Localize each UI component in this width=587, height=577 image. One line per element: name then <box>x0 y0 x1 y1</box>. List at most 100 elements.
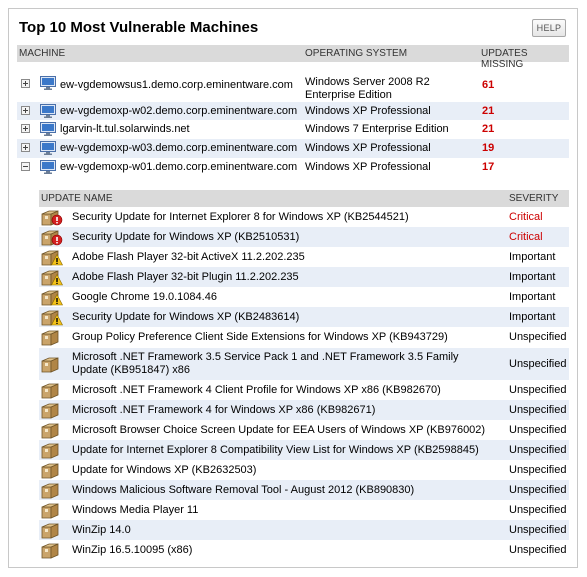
severity-label: Unspecified <box>509 424 567 436</box>
severity-label: Unspecified <box>509 331 567 343</box>
critical-update-icon <box>41 208 63 226</box>
package-icon <box>41 501 63 519</box>
updates-missing-count[interactable]: 21 <box>482 123 494 135</box>
package-icon <box>41 461 63 479</box>
update-name: Windows Media Player 11 <box>72 504 199 516</box>
package-icon <box>41 401 63 419</box>
severity-label: Important <box>509 251 556 263</box>
widget-title: Top 10 Most Vulnerable Machines <box>19 19 259 36</box>
important-update-icon <box>41 288 63 306</box>
important-update-icon <box>41 268 63 286</box>
computer-icon <box>40 160 56 174</box>
computer-icon <box>40 104 56 118</box>
update-row[interactable]: Adobe Flash Player 32-bit Plugin 11.2.20… <box>39 267 569 287</box>
update-name: Security Update for Windows XP (KB248361… <box>72 311 300 323</box>
column-header-severity[interactable]: SEVERITY <box>509 193 558 204</box>
update-row[interactable]: Security Update for Windows XP (KB248361… <box>39 307 569 327</box>
operating-system: Windows 7 Enterprise Edition <box>305 123 449 135</box>
update-row[interactable]: Adobe Flash Player 32-bit ActiveX 11.2.2… <box>39 247 569 267</box>
update-name: Security Update for Internet Explorer 8 … <box>72 211 409 223</box>
update-row[interactable]: Security Update for Internet Explorer 8 … <box>39 207 569 227</box>
machine-name-link[interactable]: ew-vgdemoxp-w02.demo.corp.eminentware.co… <box>60 105 297 117</box>
expand-icon[interactable] <box>21 124 30 133</box>
package-icon <box>41 441 63 459</box>
severity-label: Unspecified <box>509 484 567 496</box>
update-row[interactable]: Google Chrome 19.0.1084.46 Important <box>39 287 569 307</box>
machine-name-link[interactable]: ew-vgdemowsus1.demo.corp.eminentware.com <box>60 79 293 91</box>
update-name: WinZip 16.5.10095 (x86) <box>72 544 193 556</box>
help-button[interactable]: HELP <box>532 19 566 37</box>
machine-row[interactable]: ew-vgdemoxp-w03.demo.corp.eminentware.co… <box>17 139 569 158</box>
update-row[interactable]: Windows Media Player 11 Unspecified <box>39 500 569 520</box>
machine-name-link[interactable]: ew-vgdemoxp-w01.demo.corp.eminentware.co… <box>60 161 297 173</box>
updates-missing-count[interactable]: 19 <box>482 142 494 154</box>
update-name: Microsoft Browser Choice Screen Update f… <box>72 424 486 436</box>
severity-label: Unspecified <box>509 444 567 456</box>
updates-missing-count[interactable]: 61 <box>482 79 494 91</box>
machine-name-link[interactable]: lgarvin-lt.tul.solarwinds.net <box>60 123 190 135</box>
severity-label: Important <box>509 291 556 303</box>
update-row[interactable]: Microsoft .NET Framework 4 Client Profil… <box>39 380 569 400</box>
computer-icon <box>40 141 56 155</box>
update-row[interactable]: Security Update for Windows XP (KB251053… <box>39 227 569 247</box>
column-header-update-name[interactable]: UPDATE NAME <box>41 193 113 204</box>
machine-row[interactable]: lgarvin-lt.tul.solarwinds.net Windows 7 E… <box>17 120 569 139</box>
severity-label: Critical <box>509 231 543 243</box>
severity-label: Unspecified <box>509 358 567 370</box>
severity-label: Unspecified <box>509 464 567 476</box>
updates-missing-count[interactable]: 17 <box>482 161 494 173</box>
operating-system: Windows XP Professional <box>305 161 431 173</box>
updates-table-header: UPDATE NAME SEVERITY <box>39 190 569 207</box>
package-icon <box>41 328 63 346</box>
severity-label: Important <box>509 311 556 323</box>
machines-table-header: MACHINE OPERATING SYSTEM UPDATES MISSING <box>17 45 569 70</box>
machine-name-link[interactable]: ew-vgdemoxp-w03.demo.corp.eminentware.co… <box>60 142 297 154</box>
update-name: Adobe Flash Player 32-bit ActiveX 11.2.2… <box>72 251 305 263</box>
update-row[interactable]: WinZip 16.5.10095 (x86) Unspecified <box>39 540 569 560</box>
severity-label: Critical <box>509 211 543 223</box>
severity-label: Unspecified <box>509 524 567 536</box>
package-icon <box>41 381 63 399</box>
update-row[interactable]: Group Policy Preference Client Side Exte… <box>39 327 569 347</box>
update-name: Update for Windows XP (KB2632503) <box>72 464 257 476</box>
update-name: Microsoft .NET Framework 4 for Windows X… <box>72 404 376 416</box>
column-header-machine[interactable]: MACHINE <box>19 48 65 59</box>
package-icon <box>41 355 63 373</box>
column-header-os[interactable]: OPERATING SYSTEM <box>305 48 407 59</box>
update-row[interactable]: Windows Malicious Software Removal Tool … <box>39 480 569 500</box>
package-icon <box>41 421 63 439</box>
update-row[interactable]: Update for Internet Explorer 8 Compatibi… <box>39 440 569 460</box>
machine-row[interactable]: ew-vgdemoxp-w01.demo.corp.eminentware.co… <box>17 158 569 177</box>
update-name: Microsoft .NET Framework 3.5 Service Pac… <box>72 351 459 376</box>
computer-icon <box>40 122 56 136</box>
operating-system: Windows Server 2008 R2 Enterprise Editio… <box>305 76 430 101</box>
update-row[interactable]: Microsoft .NET Framework 3.5 Service Pac… <box>39 348 569 380</box>
collapse-icon[interactable] <box>21 162 30 171</box>
update-name: Security Update for Windows XP (KB251053… <box>72 231 300 243</box>
severity-label: Unspecified <box>509 404 567 416</box>
vulnerable-machines-widget: Top 10 Most Vulnerable Machines HELP MAC… <box>8 8 578 568</box>
severity-label: Important <box>509 271 556 283</box>
severity-label: Unspecified <box>509 384 567 396</box>
update-row[interactable]: Microsoft Browser Choice Screen Update f… <box>39 420 569 440</box>
column-header-updates-missing[interactable]: UPDATES MISSING <box>481 48 569 70</box>
update-name: Microsoft .NET Framework 4 Client Profil… <box>72 384 441 396</box>
severity-label: Unspecified <box>509 544 567 556</box>
update-row[interactable]: WinZip 14.0 Unspecified <box>39 520 569 540</box>
expand-icon[interactable] <box>21 79 30 88</box>
important-update-icon <box>41 248 63 266</box>
computer-icon <box>40 76 56 90</box>
package-icon <box>41 481 63 499</box>
critical-update-icon <box>41 228 63 246</box>
update-row[interactable]: Microsoft .NET Framework 4 for Windows X… <box>39 400 569 420</box>
severity-label: Unspecified <box>509 504 567 516</box>
machine-row[interactable]: ew-vgdemoxp-w02.demo.corp.eminentware.co… <box>17 102 569 120</box>
package-icon <box>41 521 63 539</box>
expand-icon[interactable] <box>21 143 30 152</box>
update-name: Update for Internet Explorer 8 Compatibi… <box>72 444 479 456</box>
machine-row[interactable]: ew-vgdemowsus1.demo.corp.eminentware.com… <box>17 72 569 102</box>
operating-system: Windows XP Professional <box>305 105 431 117</box>
updates-missing-count[interactable]: 21 <box>482 105 494 117</box>
expand-icon[interactable] <box>21 106 30 115</box>
update-row[interactable]: Update for Windows XP (KB2632503) Unspeci… <box>39 460 569 480</box>
